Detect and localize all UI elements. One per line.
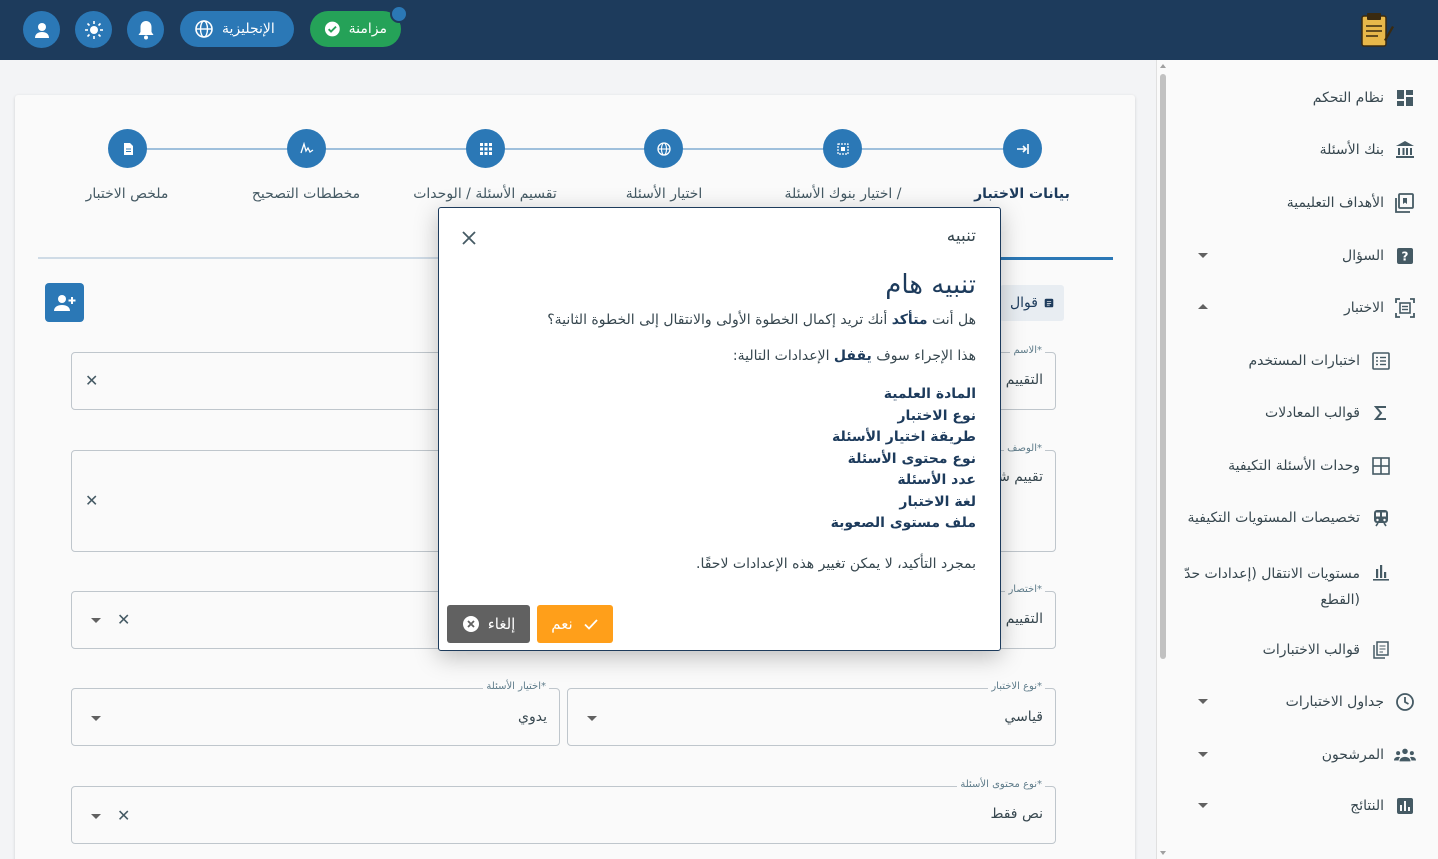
locked-setting-item: عدد الأسئلة: [897, 472, 976, 488]
dialog-title: تنبيه هام: [885, 270, 976, 300]
locked-setting-item: ملف مستوى الصعوبة: [830, 515, 976, 531]
close-icon[interactable]: [459, 228, 479, 248]
question-suffix: أنك تريد إكمال الخطوة الأولى والانتقال إ…: [547, 312, 888, 328]
dialog-lock-note: هذا الإجراء سوف يقفل الإعدادات التالية:: [733, 348, 976, 364]
dialog-footer-note: بمجرد التأكيد، لا يمكن تغيير هذه الإعداد…: [696, 556, 976, 572]
dialog-header: تنبيه: [946, 226, 976, 246]
yes-label: نعم: [551, 615, 573, 633]
confirm-dialog: تنبيه تنبيه هام هل أنت متأكد أنك تريد إك…: [438, 207, 1001, 651]
confirm-yes-button[interactable]: نعم: [537, 605, 613, 643]
locked-setting-item: لغة الاختبار: [899, 493, 976, 510]
cancel-button[interactable]: إلغاء: [447, 605, 530, 643]
cancel-circle-icon: [462, 616, 479, 632]
check-icon: [584, 619, 598, 630]
dialog-question: هل أنت متأكد أنك تريد إكمال الخطوة الأول…: [547, 312, 976, 328]
cancel-label: إلغاء: [487, 615, 516, 633]
lock-prefix: هذا الإجراء سوف: [876, 348, 976, 364]
locked-settings-list: المادة العلمية نوع الاختبار طريقة اختيار…: [831, 384, 976, 535]
locked-setting-item: طريقة اختيار الأسئلة: [831, 429, 976, 445]
locked-setting-item: المادة العلمية: [883, 386, 976, 402]
lock-bold: يقفل: [833, 348, 872, 364]
lock-suffix: الإعدادات التالية:: [732, 348, 830, 364]
locked-setting-item: نوع محتوى الأسئلة: [847, 450, 976, 467]
question-prefix: هل أنت: [932, 312, 976, 328]
locked-setting-item: نوع الاختبار: [897, 407, 976, 424]
question-bold: متأكد: [891, 312, 928, 328]
